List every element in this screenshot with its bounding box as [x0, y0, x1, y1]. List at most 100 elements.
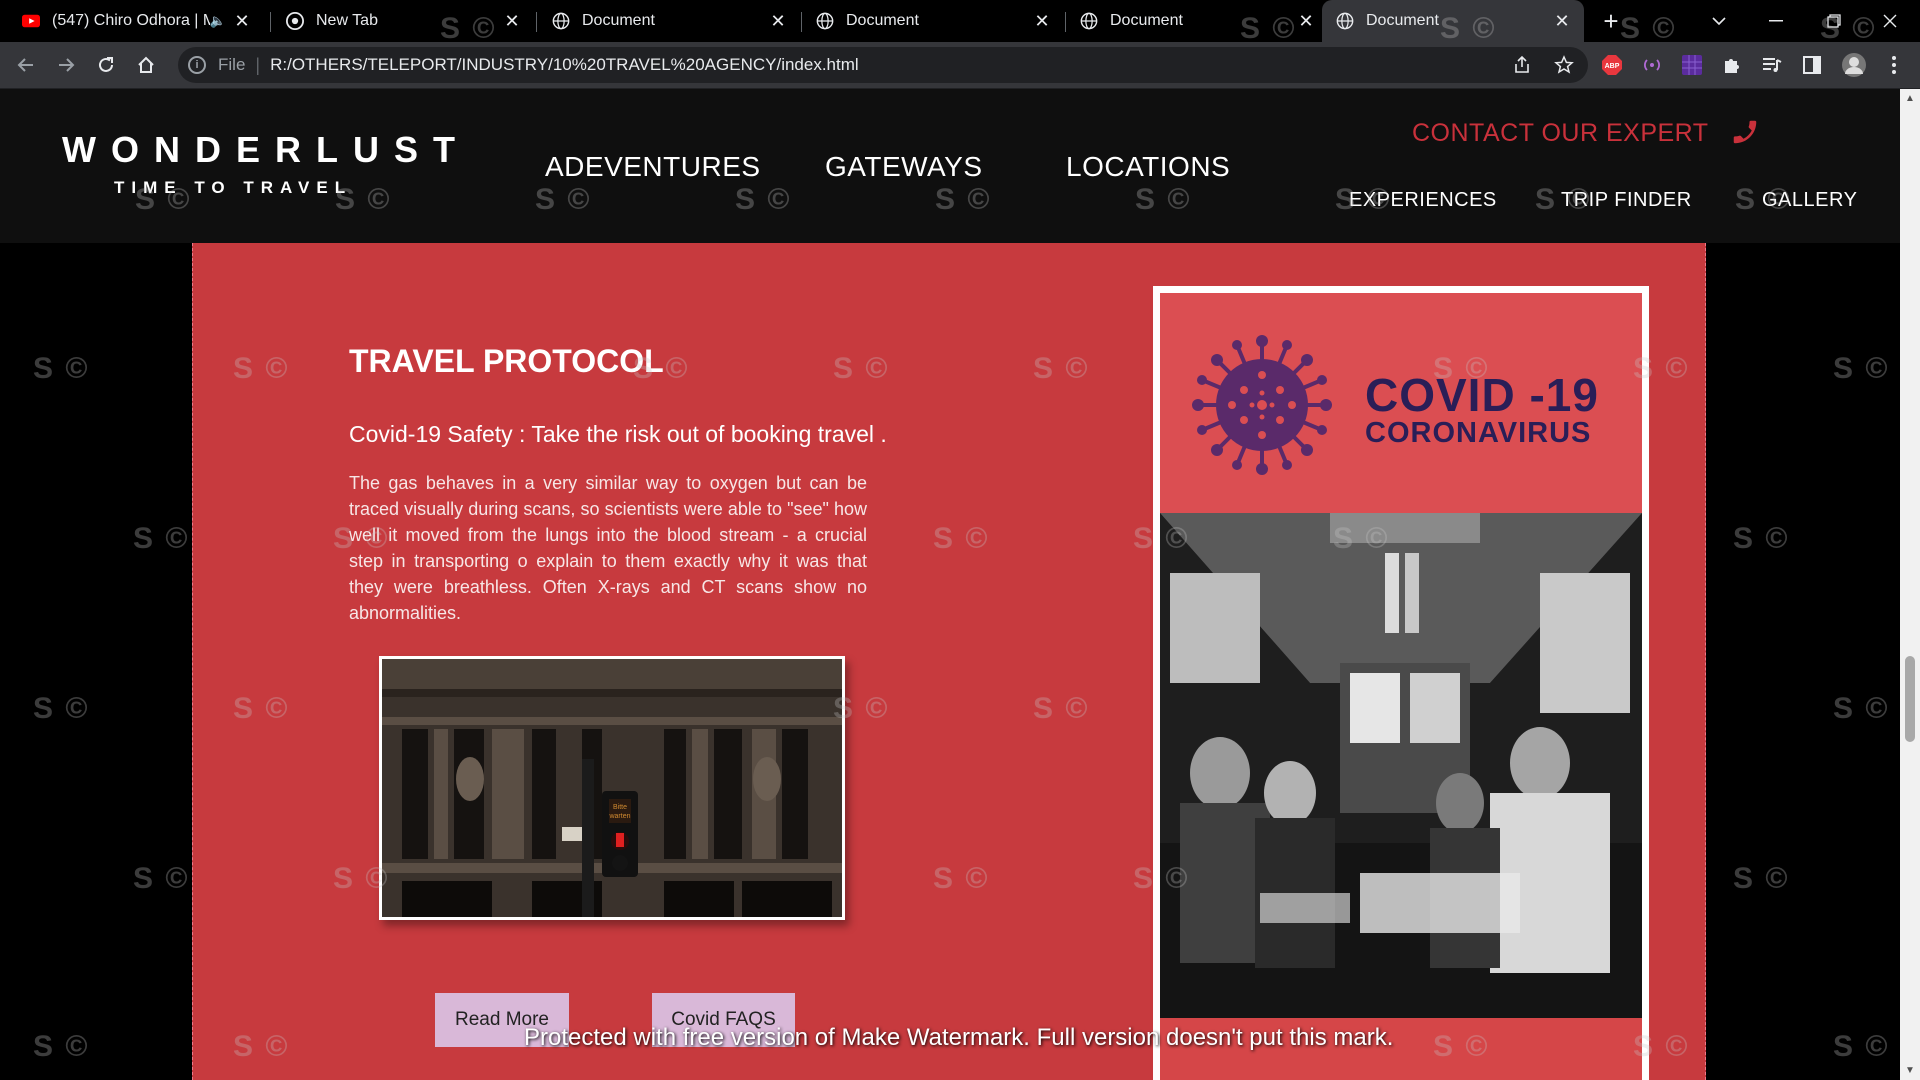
building-traffic-light-image: Bitte warten: [382, 659, 842, 917]
side-panel-button[interactable]: [1792, 42, 1832, 88]
scroll-down-icon[interactable]: ▼: [1900, 1065, 1920, 1076]
close-tab-icon[interactable]: ✕: [502, 11, 522, 32]
site-tagline: TIME TO TRAVEL: [114, 178, 353, 197]
tab-strip: (547) Chiro Odhora | M 🔈 ✕ New Tab ✕ Doc…: [0, 0, 1920, 42]
watermark-mark: S ©: [1833, 352, 1890, 385]
broadcast-icon: [1644, 59, 1660, 71]
tab-title: (547) Chiro Odhora | M: [52, 12, 210, 29]
watermark-mark: S ©: [1833, 692, 1890, 725]
page-scrollbar[interactable]: ▲ ▼: [1900, 89, 1920, 1080]
nav-gateways[interactable]: GATEWAYS: [825, 151, 983, 183]
home-button[interactable]: [126, 42, 166, 88]
svg-text:Bitte: Bitte: [613, 804, 627, 811]
back-button[interactable]: [6, 42, 46, 88]
back-arrow-icon: [17, 58, 33, 72]
globe-icon: [1336, 12, 1354, 30]
close-tab-icon[interactable]: ✕: [1552, 11, 1572, 32]
subnav-gallery[interactable]: GALLERY: [1762, 189, 1857, 212]
grid-extension-button[interactable]: [1672, 42, 1712, 88]
tab-title: Document: [1366, 12, 1439, 29]
travel-protocol-section: TRAVEL PROTOCOL Covid-19 Safety : Take t…: [192, 243, 1706, 1080]
contact-expert-link[interactable]: CONTACT OUR EXPERT: [1412, 119, 1709, 148]
watermark-mark: S ©: [1733, 862, 1790, 895]
tab-divider: [536, 12, 537, 32]
forward-button[interactable]: [46, 42, 86, 88]
restore-button[interactable]: [1814, 0, 1854, 42]
adblock-plus-icon: ABP: [1602, 55, 1622, 75]
svg-text:warten: warten: [608, 813, 630, 820]
tab-document[interactable]: Document ✕: [538, 0, 800, 42]
url-divider: |: [255, 54, 261, 75]
scrollbar-thumb[interactable]: [1905, 656, 1915, 742]
traffic-light-photo: Bitte warten: [379, 656, 845, 920]
tab-title: Document: [1110, 12, 1183, 29]
covid-poster-header: COVID -19 CORONAVIRUS: [1160, 293, 1642, 513]
address-bar[interactable]: i File | R:/OTHERS/TELEPORT/INDUSTRY/10%…: [178, 47, 1588, 83]
train-passengers-photo: [1160, 513, 1642, 1018]
covid-subtitle: CORONAVIRUS: [1365, 417, 1592, 449]
watermark-mark: S ©: [133, 862, 190, 895]
watermark-mark: S ©: [33, 1030, 90, 1063]
youtube-icon: [22, 14, 40, 28]
tab-new-tab[interactable]: New Tab ✕: [272, 0, 534, 42]
svg-text:ABP: ABP: [1605, 63, 1620, 70]
tab-youtube[interactable]: (547) Chiro Odhora | M 🔈 ✕: [8, 0, 264, 42]
subnav-experiences[interactable]: EXPERIENCES: [1349, 189, 1497, 212]
grid-app-icon: [1682, 55, 1702, 75]
globe-icon: [552, 12, 570, 30]
section-body-text: The gas behaves in a very similar way to…: [349, 473, 867, 623]
forward-arrow-icon: [59, 58, 75, 72]
info-icon[interactable]: i: [188, 56, 206, 74]
subnav-trip-finder[interactable]: TRIP FINDER: [1561, 189, 1692, 212]
watermark-mark: S ©: [133, 522, 190, 555]
watermark-mark: S ©: [33, 692, 90, 725]
puzzle-icon: [1725, 59, 1739, 73]
tab-document[interactable]: Document ✕: [1066, 0, 1328, 42]
nav-adventures[interactable]: ADEVENTURES: [545, 151, 761, 183]
media-queue-icon: [1763, 58, 1782, 72]
minimize-button[interactable]: [1756, 0, 1796, 42]
tab-search-chevron-icon[interactable]: [1702, 0, 1736, 42]
tab-document-active[interactable]: Document ✕: [1322, 0, 1584, 42]
reading-list-button[interactable]: [1752, 42, 1792, 88]
home-icon: [138, 56, 154, 73]
cast-extension-button[interactable]: [1632, 42, 1672, 88]
close-tab-icon[interactable]: ✕: [1296, 11, 1316, 32]
close-tab-icon[interactable]: ✕: [768, 11, 788, 32]
section-title: TRAVEL PROTOCOL: [349, 343, 664, 379]
watermark-mark: S ©: [1733, 522, 1790, 555]
coronavirus-icon: [1192, 335, 1332, 475]
site-header: WONDERLUST TIME TO TRAVEL ADEVENTURES GA…: [0, 89, 1900, 243]
side-panel-icon: [1803, 56, 1821, 74]
share-icon[interactable]: [1512, 55, 1532, 75]
watermark-mark: S ©: [33, 352, 90, 385]
speaker-icon[interactable]: 🔈: [210, 13, 226, 29]
url-text[interactable]: R:/OTHERS/TELEPORT/INDUSTRY/10%20TRAVEL%…: [270, 55, 859, 75]
scroll-up-icon[interactable]: ▲: [1900, 93, 1920, 104]
close-window-button[interactable]: [1870, 0, 1910, 42]
reload-icon: [99, 57, 113, 72]
tab-divider: [270, 12, 271, 32]
reload-button[interactable]: [86, 42, 126, 88]
close-tab-icon[interactable]: ✕: [1032, 11, 1052, 32]
close-tab-icon[interactable]: ✕: [232, 11, 252, 32]
bookmark-star-icon[interactable]: [1554, 55, 1574, 75]
browser-menu-button[interactable]: [1874, 42, 1914, 88]
globe-icon: [816, 12, 834, 30]
site-logo[interactable]: WONDERLUST: [62, 129, 470, 171]
new-tab-button[interactable]: +: [1594, 0, 1628, 42]
phone-icon[interactable]: [1730, 117, 1760, 147]
adblock-extension-button[interactable]: ABP: [1592, 42, 1632, 88]
extensions-button[interactable]: [1712, 42, 1752, 88]
avatar: [1842, 53, 1866, 77]
profile-button[interactable]: [1834, 42, 1874, 88]
covid-title: COVID -19: [1365, 369, 1599, 421]
tab-title: New Tab: [316, 12, 378, 29]
nav-locations[interactable]: LOCATIONS: [1066, 151, 1230, 183]
kebab-menu-icon: [1892, 56, 1896, 74]
tab-document[interactable]: Document ✕: [802, 0, 1064, 42]
watermark-banner: Protected with free version of Make Wate…: [524, 1024, 1394, 1051]
browser-toolbar: i File | R:/OTHERS/TELEPORT/INDUSTRY/10%…: [0, 42, 1920, 89]
covid-poster: COVID -19 CORONAVIRUS: [1153, 286, 1649, 1080]
chrome-icon: [286, 12, 304, 30]
